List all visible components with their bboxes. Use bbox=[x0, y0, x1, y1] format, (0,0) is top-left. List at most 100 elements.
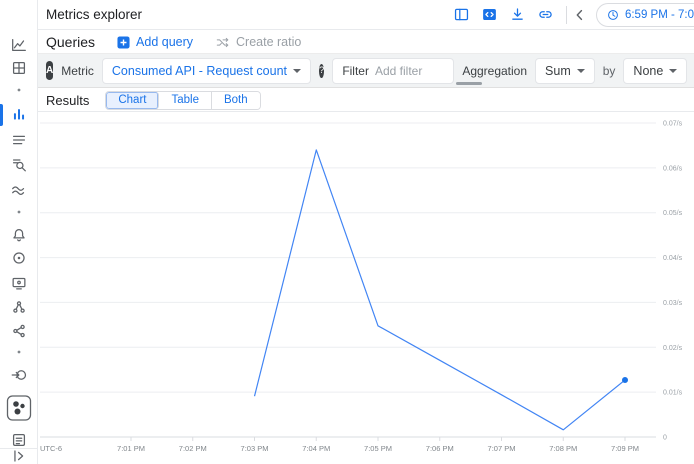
dot-icon bbox=[16, 209, 22, 215]
sidebar-groups[interactable] bbox=[0, 295, 38, 319]
create-ratio-icon bbox=[215, 35, 230, 50]
x-axis-label: 7:07 PM bbox=[488, 444, 516, 453]
left-sidebar bbox=[0, 0, 38, 464]
wave-icon bbox=[10, 181, 28, 199]
filter-input-box[interactable]: Filter bbox=[332, 58, 454, 84]
aggregation-label: Aggregation bbox=[462, 64, 527, 78]
timezone-label: UTC-6 bbox=[40, 444, 62, 453]
time-range-picker[interactable]: 6:59 PM - 7:0 bbox=[596, 3, 694, 27]
x-axis-label: 7:02 PM bbox=[179, 444, 207, 453]
tab-chart[interactable]: Chart bbox=[106, 92, 159, 109]
filter-input[interactable] bbox=[375, 64, 447, 78]
sidebar-metrics-explorer[interactable] bbox=[0, 103, 38, 127]
y-axis-label: 0.01/s bbox=[663, 390, 683, 397]
bell-icon bbox=[10, 226, 28, 244]
tab-table[interactable]: Table bbox=[159, 92, 212, 109]
group-by-dropdown[interactable]: None bbox=[623, 58, 687, 84]
sidebar-dot-1 bbox=[0, 78, 38, 102]
add-query-plus-icon bbox=[117, 36, 130, 49]
y-axis-label: 0 bbox=[663, 435, 667, 442]
page-title: Metrics explorer bbox=[46, 7, 142, 22]
chart-area: 0.07/s 0.06/s 0.05/s 0.04/s 0.03/s 0.02/s 0.01… bbox=[0, 112, 694, 464]
y-axis-label: 0.06/s bbox=[663, 165, 683, 172]
screen-icon bbox=[10, 274, 28, 292]
x-axis-label: 7:09 PM bbox=[611, 444, 639, 453]
queries-row: Queries Add query Create ratio bbox=[38, 31, 694, 53]
y-axis-label: 0.03/s bbox=[663, 300, 683, 307]
group-by-value: None bbox=[633, 64, 663, 78]
chevron-down-icon bbox=[293, 69, 301, 73]
x-axis-label: 7:05 PM bbox=[364, 444, 392, 453]
horizontal-scrollbar-thumb[interactable] bbox=[456, 82, 482, 85]
create-ratio-button[interactable]: Create ratio bbox=[215, 35, 301, 50]
sidebar-dot-2 bbox=[0, 200, 38, 224]
results-title: Results bbox=[46, 93, 89, 108]
download-icon[interactable] bbox=[509, 6, 526, 23]
y-axis-label: 0.05/s bbox=[663, 210, 683, 217]
header-actions bbox=[453, 6, 554, 23]
filter-label: Filter bbox=[342, 64, 369, 78]
grid-icon bbox=[10, 59, 28, 77]
help-icon[interactable]: ? bbox=[319, 64, 324, 78]
x-axis-label: 7:08 PM bbox=[549, 444, 577, 453]
time-range-value: 6:59 PM - 7:0 bbox=[625, 9, 694, 21]
sidebar-dashboards[interactable] bbox=[0, 56, 38, 80]
sidebar-services[interactable] bbox=[0, 178, 38, 202]
chevron-down-icon bbox=[669, 69, 677, 73]
sidebar-uptime-checks[interactable] bbox=[0, 246, 38, 270]
metrics-explorer-page: Metrics explorer 6:59 PM - 7:0 Queries A… bbox=[0, 0, 694, 464]
target-icon bbox=[10, 249, 28, 267]
sidebar-log-search[interactable] bbox=[0, 153, 38, 177]
sidebar-settings[interactable] bbox=[0, 363, 38, 387]
app-header: Metrics explorer 6:59 PM - 7:0 bbox=[38, 0, 694, 30]
results-view-tabs: ChartTableBoth bbox=[105, 91, 260, 110]
side-panel-icon[interactable] bbox=[453, 6, 470, 23]
share-icon bbox=[10, 322, 28, 340]
sidebar-monitor[interactable] bbox=[0, 271, 38, 295]
sidebar-alerting[interactable] bbox=[0, 128, 38, 152]
x-axis-label: 7:01 PM bbox=[117, 444, 145, 453]
clock-icon bbox=[606, 8, 620, 22]
x-axis-label: 7:04 PM bbox=[302, 444, 330, 453]
add-query-button[interactable]: Add query bbox=[117, 35, 193, 49]
latest-point-dot[interactable] bbox=[622, 377, 628, 383]
aggregation-value: Sum bbox=[545, 64, 571, 78]
aggregation-dropdown[interactable]: Sum bbox=[535, 58, 595, 84]
x-axis-label: 7:03 PM bbox=[241, 444, 269, 453]
metric-value: Consumed API - Request count bbox=[112, 64, 287, 78]
tab-both[interactable]: Both bbox=[212, 92, 260, 109]
sidebar-dot-3 bbox=[0, 340, 38, 364]
time-back-button chevron-left-icon[interactable] bbox=[571, 6, 589, 24]
dot-icon bbox=[16, 349, 22, 355]
cluster-card-icon bbox=[6, 393, 32, 423]
sidebar-notifications[interactable] bbox=[0, 223, 38, 247]
metric-dropdown[interactable]: Consumed API - Request count bbox=[102, 58, 311, 84]
metric-label: Metric bbox=[61, 64, 94, 78]
bar-chart-icon bbox=[10, 106, 28, 124]
code-editor-icon[interactable] bbox=[481, 6, 498, 23]
query-builder: A Metric Consumed API - Request count ? … bbox=[38, 53, 694, 88]
doc-search-icon bbox=[10, 156, 28, 174]
sidebar-collapse[interactable] bbox=[0, 444, 38, 464]
line-chart-icon bbox=[10, 36, 28, 54]
dot-icon bbox=[16, 87, 22, 93]
create-ratio-label: Create ratio bbox=[236, 35, 301, 49]
header-separator bbox=[566, 6, 567, 24]
query-letter-badge: A bbox=[46, 61, 53, 80]
line-chart[interactable]: 0.07/s 0.06/s 0.05/s 0.04/s 0.03/s 0.02/s 0.01… bbox=[0, 112, 694, 464]
list-icon bbox=[10, 131, 28, 149]
arrow-circle-icon bbox=[10, 366, 28, 384]
sidebar-overview[interactable] bbox=[0, 33, 38, 57]
collapse-icon bbox=[10, 447, 28, 464]
by-label: by bbox=[603, 64, 616, 78]
add-query-label: Add query bbox=[136, 35, 193, 49]
series-line-request_count bbox=[255, 150, 626, 430]
x-axis-label: 7:06 PM bbox=[426, 444, 454, 453]
y-axis-label: 0.04/s bbox=[663, 255, 683, 262]
y-axis-label: 0.02/s bbox=[663, 345, 683, 352]
group-icon bbox=[10, 298, 28, 316]
queries-title: Queries bbox=[46, 34, 95, 50]
y-axis-label: 0.07/s bbox=[663, 121, 683, 128]
share-link-icon[interactable] bbox=[537, 6, 554, 23]
sidebar-cluster-card[interactable] bbox=[0, 391, 38, 425]
